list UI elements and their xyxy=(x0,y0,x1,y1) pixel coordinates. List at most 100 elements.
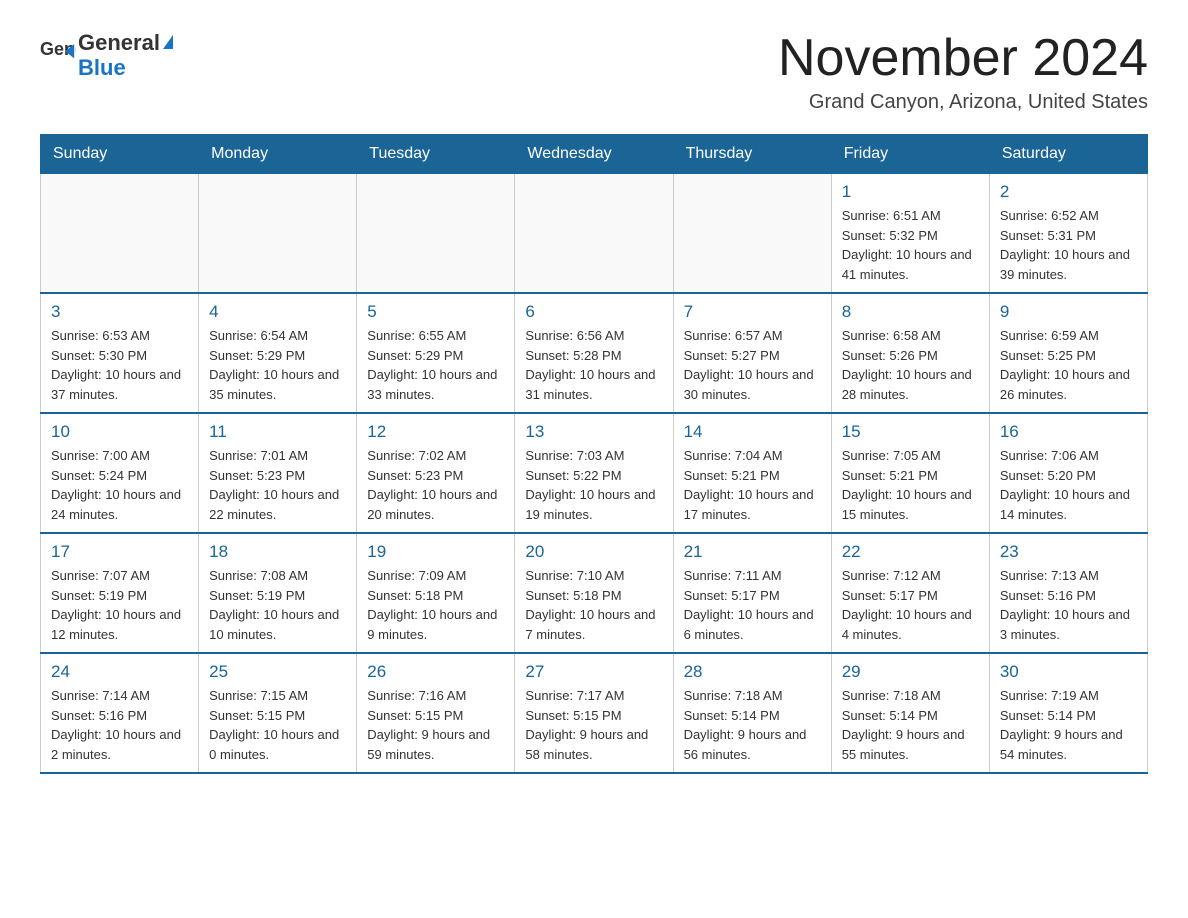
day-number: 22 xyxy=(842,542,979,562)
calendar-cell: 22 Sunrise: 7:12 AM Sunset: 5:17 PM Dayli… xyxy=(831,533,989,653)
weekday-header-wednesday: Wednesday xyxy=(515,135,673,174)
calendar-cell: 1 Sunrise: 6:51 AM Sunset: 5:32 PM Daylig… xyxy=(831,174,989,294)
day-info: Sunrise: 6:51 AM Sunset: 5:32 PM Dayligh… xyxy=(842,206,979,284)
weekday-header-sunday: Sunday xyxy=(41,135,199,174)
logo: General General Blue xyxy=(40,30,173,81)
weekday-header-saturday: Saturday xyxy=(989,135,1147,174)
title-area: November 2024 Grand Canyon, Arizona, Uni… xyxy=(778,30,1148,114)
day-info: Sunrise: 7:06 AM Sunset: 5:20 PM Dayligh… xyxy=(1000,446,1137,524)
day-number: 3 xyxy=(51,302,188,322)
day-info: Sunrise: 7:11 AM Sunset: 5:17 PM Dayligh… xyxy=(684,566,821,644)
logo-triangle-icon xyxy=(163,35,173,49)
calendar-cell: 11 Sunrise: 7:01 AM Sunset: 5:23 PM Dayli… xyxy=(199,413,357,533)
calendar-cell: 2 Sunrise: 6:52 AM Sunset: 5:31 PM Daylig… xyxy=(989,174,1147,294)
calendar-cell: 5 Sunrise: 6:55 AM Sunset: 5:29 PM Daylig… xyxy=(357,293,515,413)
calendar-cell: 13 Sunrise: 7:03 AM Sunset: 5:22 PM Dayli… xyxy=(515,413,673,533)
day-info: Sunrise: 7:00 AM Sunset: 5:24 PM Dayligh… xyxy=(51,446,188,524)
calendar-cell: 29Sunrise: 7:18 AM Sunset: 5:14 PM Dayli… xyxy=(831,653,989,773)
calendar-cell: 10 Sunrise: 7:00 AM Sunset: 5:24 PM Dayli… xyxy=(41,413,199,533)
day-number: 30 xyxy=(1000,662,1137,682)
calendar-week-row: 10 Sunrise: 7:00 AM Sunset: 5:24 PM Dayli… xyxy=(41,413,1148,533)
calendar-header-row: SundayMondayTuesdayWednesdayThursdayFrid… xyxy=(41,135,1148,174)
calendar-cell xyxy=(41,174,199,294)
day-number: 16 xyxy=(1000,422,1137,442)
calendar-cell xyxy=(199,174,357,294)
day-number: 14 xyxy=(684,422,821,442)
day-number: 29 xyxy=(842,662,979,682)
page-title: November 2024 xyxy=(778,30,1148,87)
day-number: 24 xyxy=(51,662,188,682)
day-info: Sunrise: 7:08 AM Sunset: 5:19 PM Dayligh… xyxy=(209,566,346,644)
calendar-table: SundayMondayTuesdayWednesdayThursdayFrid… xyxy=(40,134,1148,774)
logo-icon: General xyxy=(40,35,76,71)
day-number: 12 xyxy=(367,422,504,442)
day-info: Sunrise: 7:13 AM Sunset: 5:16 PM Dayligh… xyxy=(1000,566,1137,644)
calendar-cell: 27Sunrise: 7:17 AM Sunset: 5:15 PM Dayli… xyxy=(515,653,673,773)
day-number: 18 xyxy=(209,542,346,562)
weekday-header-tuesday: Tuesday xyxy=(357,135,515,174)
day-info: Sunrise: 7:16 AM Sunset: 5:15 PM Dayligh… xyxy=(367,686,504,764)
logo-text-general: General xyxy=(78,30,160,55)
day-number: 20 xyxy=(525,542,662,562)
calendar-cell: 23 Sunrise: 7:13 AM Sunset: 5:16 PM Dayli… xyxy=(989,533,1147,653)
day-number: 28 xyxy=(684,662,821,682)
day-number: 19 xyxy=(367,542,504,562)
calendar-cell: 8 Sunrise: 6:58 AM Sunset: 5:26 PM Daylig… xyxy=(831,293,989,413)
day-number: 21 xyxy=(684,542,821,562)
day-info: Sunrise: 7:18 AM Sunset: 5:14 PM Dayligh… xyxy=(684,686,821,764)
day-info: Sunrise: 7:19 AM Sunset: 5:14 PM Dayligh… xyxy=(1000,686,1137,764)
day-info: Sunrise: 7:17 AM Sunset: 5:15 PM Dayligh… xyxy=(525,686,662,764)
calendar-cell: 7 Sunrise: 6:57 AM Sunset: 5:27 PM Daylig… xyxy=(673,293,831,413)
day-number: 4 xyxy=(209,302,346,322)
day-info: Sunrise: 6:55 AM Sunset: 5:29 PM Dayligh… xyxy=(367,326,504,404)
day-number: 11 xyxy=(209,422,346,442)
day-number: 15 xyxy=(842,422,979,442)
calendar-cell xyxy=(673,174,831,294)
day-number: 6 xyxy=(525,302,662,322)
day-number: 23 xyxy=(1000,542,1137,562)
day-info: Sunrise: 6:59 AM Sunset: 5:25 PM Dayligh… xyxy=(1000,326,1137,404)
day-info: Sunrise: 7:09 AM Sunset: 5:18 PM Dayligh… xyxy=(367,566,504,644)
calendar-cell: 24 Sunrise: 7:14 AM Sunset: 5:16 PM Dayli… xyxy=(41,653,199,773)
calendar-cell: 18 Sunrise: 7:08 AM Sunset: 5:19 PM Dayli… xyxy=(199,533,357,653)
day-number: 13 xyxy=(525,422,662,442)
calendar-cell: 12 Sunrise: 7:02 AM Sunset: 5:23 PM Dayli… xyxy=(357,413,515,533)
day-info: Sunrise: 7:01 AM Sunset: 5:23 PM Dayligh… xyxy=(209,446,346,524)
calendar-week-row: 1 Sunrise: 6:51 AM Sunset: 5:32 PM Daylig… xyxy=(41,174,1148,294)
day-info: Sunrise: 7:03 AM Sunset: 5:22 PM Dayligh… xyxy=(525,446,662,524)
calendar-cell: 14Sunrise: 7:04 AM Sunset: 5:21 PM Dayli… xyxy=(673,413,831,533)
day-number: 2 xyxy=(1000,182,1137,202)
day-number: 7 xyxy=(684,302,821,322)
day-number: 9 xyxy=(1000,302,1137,322)
day-info: Sunrise: 6:58 AM Sunset: 5:26 PM Dayligh… xyxy=(842,326,979,404)
day-number: 8 xyxy=(842,302,979,322)
weekday-header-thursday: Thursday xyxy=(673,135,831,174)
calendar-cell: 30 Sunrise: 7:19 AM Sunset: 5:14 PM Dayli… xyxy=(989,653,1147,773)
day-number: 5 xyxy=(367,302,504,322)
logo-text-blue: Blue xyxy=(78,55,126,80)
calendar-cell: 17Sunrise: 7:07 AM Sunset: 5:19 PM Dayli… xyxy=(41,533,199,653)
day-number: 1 xyxy=(842,182,979,202)
calendar-cell: 25 Sunrise: 7:15 AM Sunset: 5:15 PM Dayli… xyxy=(199,653,357,773)
day-number: 10 xyxy=(51,422,188,442)
page-subtitle: Grand Canyon, Arizona, United States xyxy=(778,91,1148,114)
calendar-cell: 20 Sunrise: 7:10 AM Sunset: 5:18 PM Dayli… xyxy=(515,533,673,653)
page-header: General General Blue November 2024 Grand… xyxy=(40,30,1148,114)
calendar-cell: 19 Sunrise: 7:09 AM Sunset: 5:18 PM Dayli… xyxy=(357,533,515,653)
day-info: Sunrise: 6:57 AM Sunset: 5:27 PM Dayligh… xyxy=(684,326,821,404)
weekday-header-friday: Friday xyxy=(831,135,989,174)
day-number: 25 xyxy=(209,662,346,682)
day-info: Sunrise: 6:53 AM Sunset: 5:30 PM Dayligh… xyxy=(51,326,188,404)
day-number: 17 xyxy=(51,542,188,562)
day-info: Sunrise: 7:14 AM Sunset: 5:16 PM Dayligh… xyxy=(51,686,188,764)
day-info: Sunrise: 7:12 AM Sunset: 5:17 PM Dayligh… xyxy=(842,566,979,644)
day-info: Sunrise: 7:15 AM Sunset: 5:15 PM Dayligh… xyxy=(209,686,346,764)
calendar-week-row: 3 Sunrise: 6:53 AM Sunset: 5:30 PM Daylig… xyxy=(41,293,1148,413)
day-info: Sunrise: 6:52 AM Sunset: 5:31 PM Dayligh… xyxy=(1000,206,1137,284)
calendar-cell: 26Sunrise: 7:16 AM Sunset: 5:15 PM Dayli… xyxy=(357,653,515,773)
calendar-cell: 28 Sunrise: 7:18 AM Sunset: 5:14 PM Dayli… xyxy=(673,653,831,773)
day-info: Sunrise: 7:02 AM Sunset: 5:23 PM Dayligh… xyxy=(367,446,504,524)
calendar-cell: 15Sunrise: 7:05 AM Sunset: 5:21 PM Dayli… xyxy=(831,413,989,533)
day-info: Sunrise: 7:10 AM Sunset: 5:18 PM Dayligh… xyxy=(525,566,662,644)
calendar-cell: 6Sunrise: 6:56 AM Sunset: 5:28 PM Daylig… xyxy=(515,293,673,413)
